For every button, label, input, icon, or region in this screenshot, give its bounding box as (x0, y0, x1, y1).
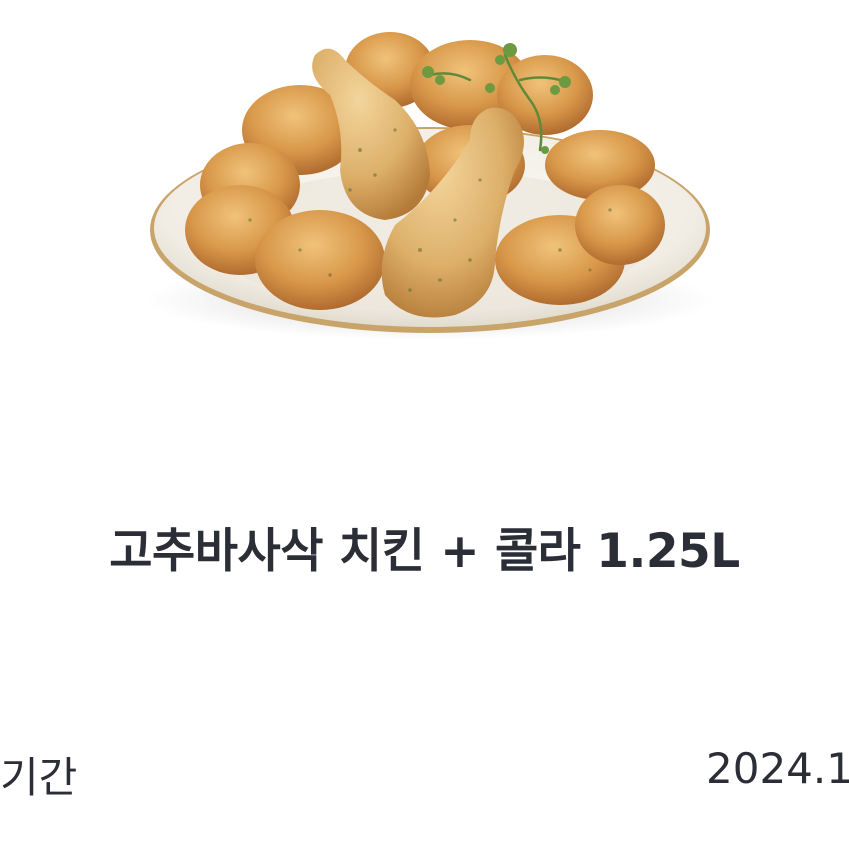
product-title: 고추바사삭 치킨 + 콜라 1.25L (109, 524, 740, 579)
fried-chicken-plate-icon (145, 32, 715, 340)
info-label: 기간 (0, 753, 78, 802)
info-row: 기간 2024.1 (0, 744, 849, 804)
product-image (0, 0, 849, 400)
info-value: 2024.1 (706, 744, 849, 793)
